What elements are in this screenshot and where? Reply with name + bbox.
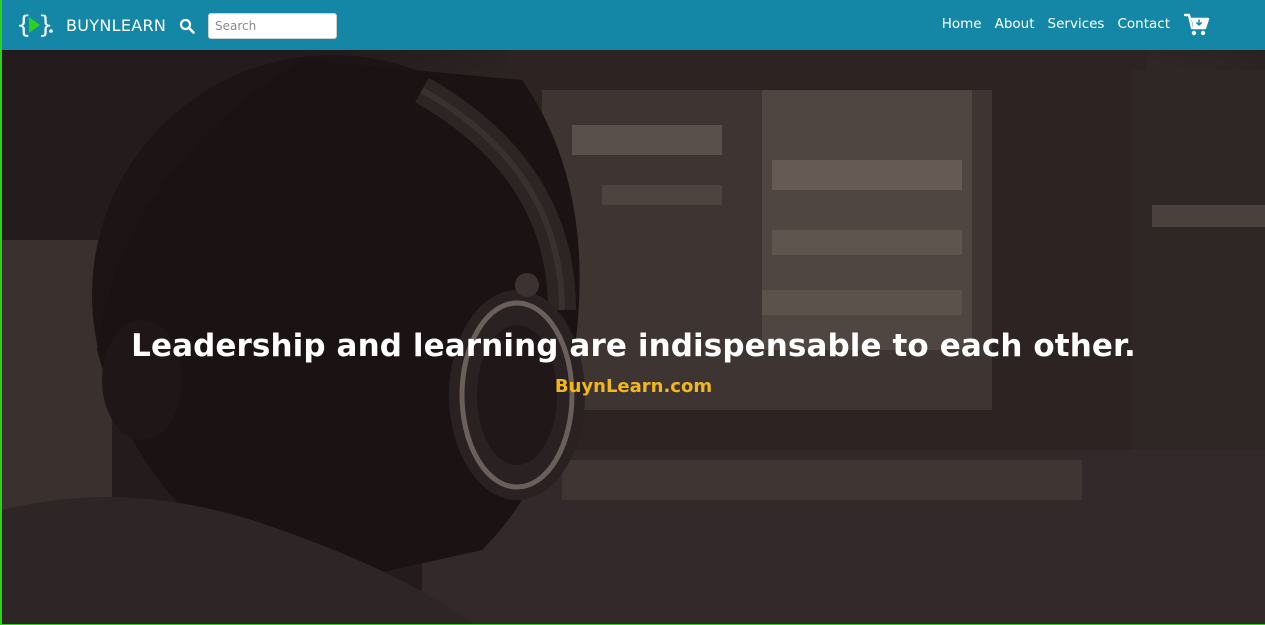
brand-name: BUYNLEARN: [66, 15, 167, 35]
svg-text:{: {: [16, 11, 31, 39]
svg-text:}: }: [38, 11, 53, 39]
hero-site-link[interactable]: BuynLearn.com: [2, 376, 1265, 397]
nav-link-services[interactable]: Services: [1048, 14, 1105, 34]
hero-section: Leadership and learning are indispensabl…: [2, 50, 1265, 624]
hero-quote: Leadership and learning are indispensabl…: [131, 328, 1136, 364]
search-icon[interactable]: [179, 18, 195, 34]
nav-links: Home About Services Contact: [929, 14, 1170, 34]
page: { } BUYNLEARN Home About Services Contac…: [0, 0, 1265, 625]
nav-link-home[interactable]: Home: [942, 14, 982, 34]
cart-icon[interactable]: [1184, 13, 1210, 37]
code-braces-play-icon: { }: [16, 11, 53, 39]
nav-link-about[interactable]: About: [995, 14, 1035, 34]
search-input[interactable]: [208, 13, 337, 39]
navbar: { } BUYNLEARN Home About Services Contac…: [2, 0, 1265, 50]
brand-link[interactable]: { } BUYNLEARN: [16, 10, 166, 40]
nav-link-contact[interactable]: Contact: [1117, 14, 1170, 34]
hero-text: Leadership and learning are indispensabl…: [2, 328, 1265, 397]
